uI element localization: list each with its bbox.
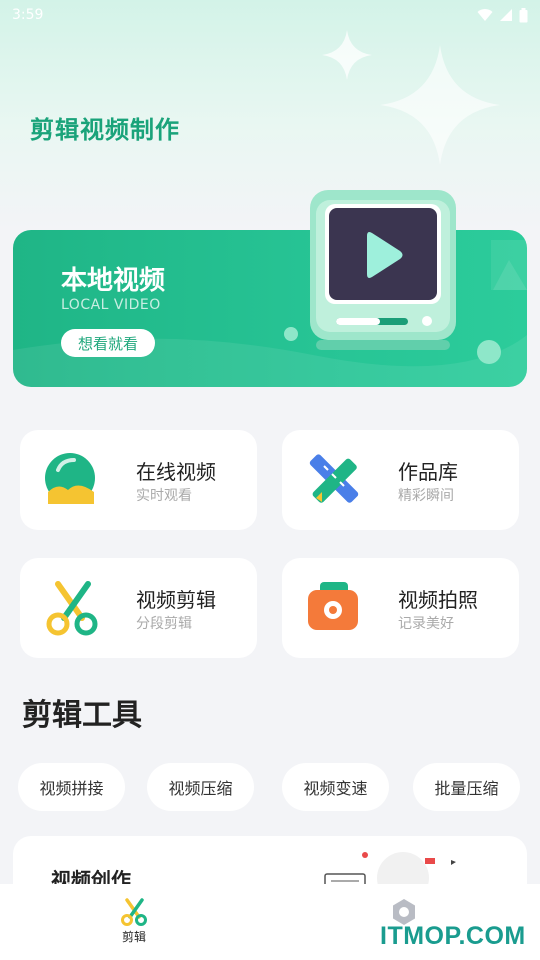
camera-icon <box>308 582 358 630</box>
tools-section-title: 剪辑工具 <box>22 698 142 733</box>
card-works-library[interactable]: 作品库 精彩瞬间 <box>282 430 519 530</box>
sparkle-icon <box>380 45 500 165</box>
status-time: 3:59 <box>12 7 44 23</box>
scissors-icon <box>46 581 98 636</box>
chip-video-merge[interactable]: 视频拼接 <box>18 763 125 811</box>
battery-icon <box>519 7 528 22</box>
watch-now-button[interactable]: 想看就看 <box>61 329 155 357</box>
banner-subtitle: LOCAL VIDEO <box>61 297 161 313</box>
card-subtitle: 精彩瞬间 <box>398 488 454 504</box>
chip-video-speed[interactable]: 视频变速 <box>282 763 389 811</box>
ruler-pencil-icon <box>309 454 359 503</box>
signal-icon <box>500 9 512 21</box>
card-title: 作品库 <box>398 460 458 484</box>
card-online-video[interactable]: 在线视频 实时观看 <box>20 430 257 530</box>
card-subtitle: 实时观看 <box>136 488 192 504</box>
status-bar: 3:59 <box>0 0 540 30</box>
watermark-text: ITMOP.COM <box>380 922 526 950</box>
tv-play-icon <box>310 190 456 350</box>
wifi-icon <box>477 9 493 21</box>
sparkle-icon <box>322 30 372 80</box>
banner-title: 本地视频 <box>61 266 166 296</box>
scissors-icon <box>121 898 147 926</box>
card-subtitle: 记录美好 <box>398 616 454 632</box>
chip-video-compress[interactable]: 视频压缩 <box>147 763 254 811</box>
status-icons <box>477 7 528 23</box>
online-video-icon <box>45 453 95 504</box>
chip-batch-compress[interactable]: 批量压缩 <box>413 763 520 811</box>
nav-label: 剪辑 <box>121 930 146 944</box>
nav-item-edit[interactable]: 剪辑 <box>120 898 148 945</box>
card-video-edit[interactable]: 视频剪辑 分段剪辑 <box>20 558 257 658</box>
card-subtitle: 分段剪辑 <box>136 616 192 632</box>
card-title: 视频剪辑 <box>136 588 216 612</box>
card-video-photo[interactable]: 视频拍照 记录美好 <box>282 558 519 658</box>
app-title: 剪辑视频制作 <box>30 116 180 144</box>
card-title: 视频拍照 <box>398 588 478 612</box>
card-title: 在线视频 <box>136 460 216 484</box>
